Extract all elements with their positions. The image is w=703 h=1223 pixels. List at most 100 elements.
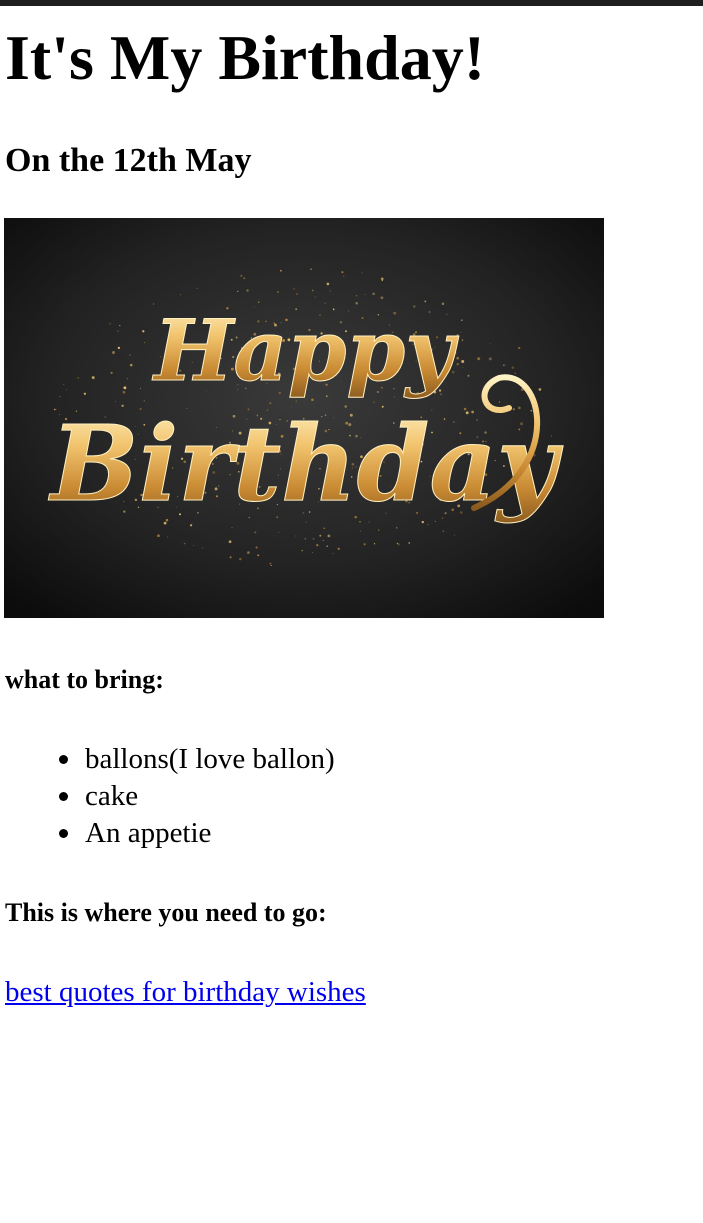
sparkle-dot bbox=[461, 360, 465, 363]
sparkle-dot bbox=[311, 289, 314, 292]
sparkle-dot bbox=[323, 527, 325, 530]
sparkle-dot bbox=[359, 530, 362, 532]
sparkle-dot bbox=[380, 296, 384, 300]
sparkle-dot bbox=[117, 330, 119, 332]
birthday-quotes-link[interactable]: best quotes for birthday wishes bbox=[5, 975, 366, 1009]
sparkle-dot bbox=[276, 290, 279, 294]
list-item-text: ballons(I love ballon) bbox=[85, 743, 335, 775]
list-item: An appetie bbox=[5, 815, 335, 852]
sparkle-dot bbox=[511, 366, 515, 369]
sparkle-dot bbox=[326, 545, 328, 548]
sparkle-dot bbox=[142, 330, 145, 333]
sparkle-dot bbox=[490, 377, 492, 379]
sparkle-dot bbox=[296, 293, 298, 295]
sparkle-dot bbox=[456, 363, 459, 366]
sparkle-dot bbox=[304, 538, 306, 540]
sparkle-dot bbox=[363, 543, 366, 546]
sparkle-dot bbox=[341, 271, 344, 274]
sparkle-dot bbox=[91, 376, 95, 380]
sparkle-dot bbox=[157, 534, 160, 538]
list-item: cake bbox=[5, 778, 335, 815]
bring-list: ballons(I love ballon) cake An appetie bbox=[5, 741, 335, 852]
sparkle-dot bbox=[129, 354, 131, 356]
sparkle-dot bbox=[279, 269, 282, 272]
sparkle-dot bbox=[255, 546, 258, 549]
sparkle-dot bbox=[314, 296, 316, 298]
sparkle-dot bbox=[270, 564, 272, 566]
sparkle-dot bbox=[63, 384, 65, 385]
sparkle-dot bbox=[278, 531, 280, 533]
sparkle-dot bbox=[246, 289, 249, 292]
sparkle-dot bbox=[538, 388, 542, 391]
sparkle-dot bbox=[460, 319, 463, 322]
page-title: It's My Birthday! bbox=[5, 22, 485, 93]
sparkle-dot bbox=[257, 554, 260, 557]
sparkle-dot bbox=[364, 294, 366, 296]
sparkle-dot bbox=[327, 534, 331, 538]
sparkle-dot bbox=[301, 549, 303, 552]
sparkle-dot bbox=[316, 544, 319, 547]
sparkle-dot bbox=[456, 356, 460, 360]
top-bar bbox=[0, 0, 703, 6]
sparkle-dot bbox=[378, 529, 380, 531]
sparkle-dot bbox=[66, 389, 68, 391]
sparkle-dot bbox=[503, 364, 505, 367]
sparkle-dot bbox=[167, 536, 169, 538]
sparkle-dot bbox=[337, 547, 340, 550]
sparkle-dot bbox=[395, 527, 398, 529]
sparkle-dot bbox=[123, 386, 127, 390]
sparkle-dot bbox=[442, 530, 444, 532]
sparkle-dot bbox=[243, 277, 246, 280]
birthday-date-heading: On the 12th May bbox=[5, 142, 252, 179]
sparkle-dot bbox=[129, 363, 133, 367]
sparkle-dot bbox=[518, 346, 521, 350]
sparkle-dot bbox=[312, 538, 315, 540]
happy-birthday-banner-image: Happy Birthday bbox=[4, 218, 604, 618]
sparkle-dot bbox=[77, 377, 79, 379]
sparkle-dot bbox=[373, 543, 376, 545]
sparkle-dot bbox=[329, 290, 331, 292]
sparkle-dot bbox=[183, 542, 186, 545]
sparkle-dot bbox=[269, 562, 272, 565]
sparkle-dot bbox=[143, 341, 146, 344]
sparkle-dot bbox=[119, 324, 121, 327]
sparkle-dot bbox=[355, 295, 358, 297]
sparkle-dot bbox=[456, 334, 459, 337]
sparkle-dot bbox=[312, 551, 314, 554]
sparkle-dot bbox=[122, 390, 126, 394]
sparkle-dot bbox=[109, 322, 111, 325]
sparkle-dot bbox=[326, 282, 330, 286]
sparkle-dot bbox=[110, 371, 113, 375]
sparkle-dot bbox=[460, 331, 462, 333]
sparkle-dot bbox=[361, 272, 363, 274]
list-item: ballons(I love ballon) bbox=[5, 741, 335, 778]
banner-birthday-text: Birthday bbox=[48, 402, 564, 525]
list-item-text: An appetie bbox=[85, 817, 212, 849]
list-item-text: cake bbox=[85, 780, 139, 812]
sparkle-dot bbox=[240, 274, 243, 277]
sparkle-dot bbox=[201, 547, 204, 549]
sparkle-dot bbox=[380, 277, 384, 281]
sparkle-dot bbox=[343, 275, 345, 277]
sparkle-dot bbox=[180, 294, 182, 296]
sparkle-dot bbox=[462, 366, 464, 368]
sparkle-dot bbox=[453, 534, 455, 536]
sparkle-dot bbox=[231, 527, 233, 528]
sparkle-dot bbox=[126, 378, 128, 380]
sparkle-dot bbox=[83, 392, 87, 395]
sparkle-dot bbox=[193, 544, 195, 547]
sparkle-dot bbox=[514, 372, 517, 375]
sparkle-dot bbox=[247, 551, 250, 554]
bullet-icon bbox=[59, 792, 68, 801]
sparkle-dot bbox=[229, 556, 232, 559]
sparkle-dot bbox=[196, 287, 198, 289]
sparkle-dot bbox=[477, 357, 481, 361]
sparkle-dot bbox=[117, 346, 121, 350]
sparkle-dot bbox=[467, 374, 470, 377]
banner-happy-text: Happy bbox=[152, 301, 459, 400]
sparkle-dot bbox=[397, 543, 400, 546]
sparkle-dot bbox=[112, 351, 115, 354]
sparkle-dot bbox=[59, 395, 61, 398]
sparkle-dot bbox=[319, 534, 322, 537]
sparkle-dot bbox=[322, 539, 324, 541]
